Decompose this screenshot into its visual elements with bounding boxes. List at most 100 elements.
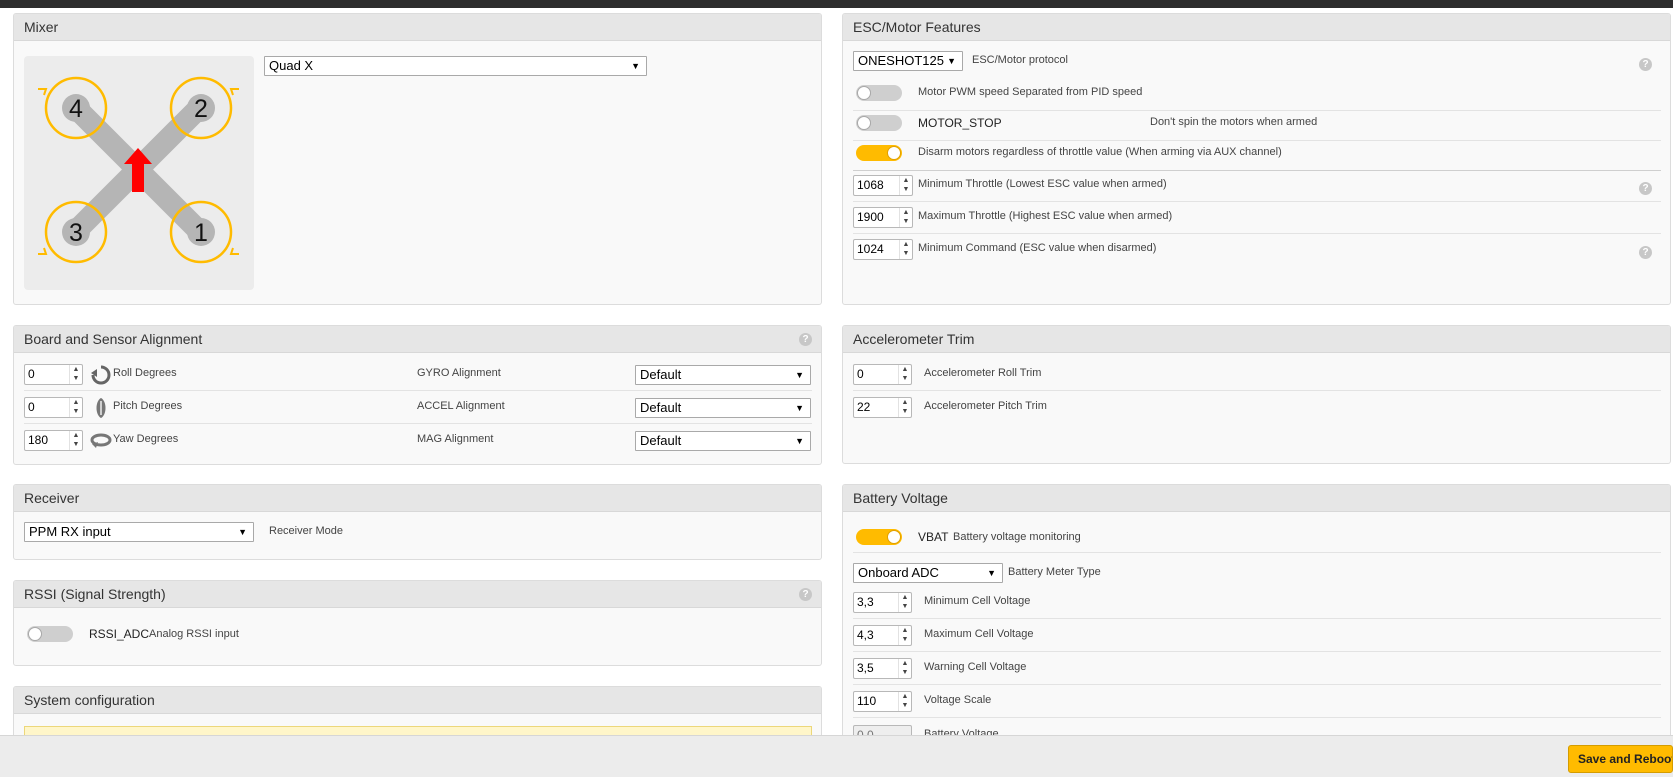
accel-alignment-select[interactable]: Default ▼ xyxy=(635,398,811,418)
help-icon[interactable]: ? xyxy=(1639,58,1652,71)
disarm-label: Disarm motors regardless of throttle val… xyxy=(918,146,1282,158)
min-throttle-input[interactable]: 1068 ▲ ▼ xyxy=(853,175,913,196)
max-cell-input[interactable]: 4,3 ▲ ▼ xyxy=(853,625,912,646)
alignment-panel: Board and Sensor Alignment ? 0 ▲ ▼ Roll De… xyxy=(13,325,822,465)
divider xyxy=(853,552,1661,553)
spinner-icon[interactable]: ▲ ▼ xyxy=(898,692,911,711)
rssi-adc-desc: Analog RSSI input xyxy=(149,628,239,640)
chevron-down-icon: ▼ xyxy=(795,370,804,380)
mixer-diagram: 4 2 3 1 xyxy=(24,56,254,290)
battery-meter-select[interactable]: Onboard ADC ▼ xyxy=(853,563,1003,583)
spinner-icon[interactable]: ▲ ▼ xyxy=(69,431,82,450)
mag-alignment-label: MAG Alignment xyxy=(417,433,494,445)
yaw-degrees-input[interactable]: 180 ▲ ▼ xyxy=(24,430,83,451)
max-throttle-input[interactable]: 1900 ▲ ▼ xyxy=(853,207,913,228)
pwm-separated-toggle[interactable] xyxy=(856,85,902,101)
battery-panel: Battery Voltage VBAT Battery voltage mon… xyxy=(842,484,1671,746)
motor-label-1: 1 xyxy=(194,219,208,247)
spinner-icon[interactable]: ▲ ▼ xyxy=(899,208,912,227)
quad-x-diagram: 4 2 3 1 xyxy=(38,76,239,264)
gyro-alignment-select[interactable]: Default ▼ xyxy=(635,365,811,385)
motor-stop-name: MOTOR_STOP xyxy=(918,116,1002,130)
receiver-title: Receiver xyxy=(14,485,821,512)
voltage-scale-input[interactable]: 110 ▲ ▼ xyxy=(853,691,912,712)
pitch-degrees-input[interactable]: 0 ▲ ▼ xyxy=(24,397,83,418)
pitch-degrees-label: Pitch Degrees xyxy=(113,400,183,412)
spinner-icon[interactable]: ▲ ▼ xyxy=(69,365,82,384)
chevron-down-icon: ▼ xyxy=(987,568,996,578)
rssi-adc-name: RSSI_ADC xyxy=(89,627,150,641)
top-bar xyxy=(0,0,1673,8)
chevron-down-icon: ▼ xyxy=(238,527,247,537)
help-icon[interactable]: ? xyxy=(799,588,812,601)
pitch-icon xyxy=(96,398,106,418)
divider xyxy=(853,651,1661,652)
divider xyxy=(24,390,812,391)
receiver-mode-label: Receiver Mode xyxy=(269,525,343,537)
spinner-icon[interactable]: ▲ ▼ xyxy=(69,398,82,417)
divider xyxy=(853,170,1661,171)
roll-degrees-label: Roll Degrees xyxy=(113,367,177,379)
gyro-alignment-label: GYRO Alignment xyxy=(417,367,501,379)
min-command-input[interactable]: 1024 ▲ ▼ xyxy=(853,239,913,260)
divider xyxy=(853,233,1661,234)
motor-label-3: 3 xyxy=(69,219,83,247)
divider xyxy=(853,618,1661,619)
spinner-icon[interactable]: ▲ ▼ xyxy=(899,176,912,195)
chevron-down-icon: ▼ xyxy=(947,56,956,66)
roll-icon xyxy=(91,365,111,385)
receiver-panel: Receiver PPM RX input ▼ Receiver Mode xyxy=(13,484,822,560)
spinner-icon[interactable]: ▲ ▼ xyxy=(898,398,911,417)
acc-roll-trim-input[interactable]: 0 ▲ ▼ xyxy=(853,364,912,385)
spinner-icon[interactable]: ▲ ▼ xyxy=(898,626,911,645)
acc-trim-panel: Accelerometer Trim 0 ▲ ▼ Accelerometer Rol… xyxy=(842,325,1671,464)
acc-pitch-trim-input[interactable]: 22 ▲ ▼ xyxy=(853,397,912,418)
system-title: System configuration xyxy=(14,687,821,714)
yaw-icon xyxy=(90,433,112,448)
divider xyxy=(853,390,1661,391)
receiver-mode-select[interactable]: PPM RX input ▼ xyxy=(24,522,254,542)
help-icon[interactable]: ? xyxy=(1639,182,1652,195)
chevron-down-icon: ▼ xyxy=(795,436,804,446)
divider xyxy=(853,110,1661,111)
warning-cell-input[interactable]: 3,5 ▲ ▼ xyxy=(853,658,912,679)
rssi-title: RSSI (Signal Strength) ? xyxy=(14,581,821,608)
rssi-panel: RSSI (Signal Strength) ? RSSI_ADC Analog… xyxy=(13,580,822,666)
max-cell-label: Maximum Cell Voltage xyxy=(924,628,1034,640)
spinner-icon[interactable]: ▲ ▼ xyxy=(899,240,912,259)
disarm-toggle[interactable] xyxy=(856,145,902,161)
battery-title: Battery Voltage xyxy=(843,485,1670,512)
spinner-icon[interactable]: ▲ ▼ xyxy=(898,659,911,678)
motor-label-2: 2 xyxy=(194,95,208,123)
mag-alignment-select[interactable]: Default ▼ xyxy=(635,431,811,451)
spinner-icon[interactable]: ▲ ▼ xyxy=(898,365,911,384)
min-throttle-label: Minimum Throttle (Lowest ESC value when … xyxy=(918,178,1167,190)
divider xyxy=(24,423,812,424)
roll-degrees-input[interactable]: 0 ▲ ▼ xyxy=(24,364,83,385)
mixer-panel: Mixer 4 2 3 1 Quad X ▼ xyxy=(13,13,822,305)
divider xyxy=(853,717,1661,718)
min-cell-input[interactable]: 3,3 ▲ ▼ xyxy=(853,592,912,613)
battery-meter-label: Battery Meter Type xyxy=(1008,566,1101,578)
esc-protocol-select[interactable]: ONESHOT125 ▼ xyxy=(853,51,963,71)
accel-alignment-label: ACCEL Alignment xyxy=(417,400,505,412)
max-throttle-label: Maximum Throttle (Highest ESC value when… xyxy=(918,210,1173,222)
help-icon[interactable]: ? xyxy=(1639,246,1652,259)
vbat-toggle[interactable] xyxy=(856,529,902,545)
rssi-adc-toggle[interactable] xyxy=(27,626,73,642)
min-command-label: Minimum Command (ESC value when disarmed… xyxy=(918,242,1157,254)
help-icon[interactable]: ? xyxy=(799,333,812,346)
motor-stop-desc: Don't spin the motors when armed xyxy=(1150,116,1318,128)
min-cell-label: Minimum Cell Voltage xyxy=(924,595,1031,607)
mixer-select[interactable]: Quad X ▼ xyxy=(264,56,647,76)
save-and-reboot-button[interactable]: Save and Reboot xyxy=(1568,745,1673,773)
divider xyxy=(853,684,1661,685)
vbat-name: VBAT xyxy=(918,530,949,544)
acc-trim-title: Accelerometer Trim xyxy=(843,326,1670,353)
motor-stop-toggle[interactable] xyxy=(856,115,902,131)
chevron-down-icon: ▼ xyxy=(795,403,804,413)
motor-label-4: 4 xyxy=(69,95,83,123)
bottom-toolbar xyxy=(0,735,1673,777)
spinner-icon[interactable]: ▲ ▼ xyxy=(898,593,911,612)
esc-title: ESC/Motor Features xyxy=(843,14,1670,41)
